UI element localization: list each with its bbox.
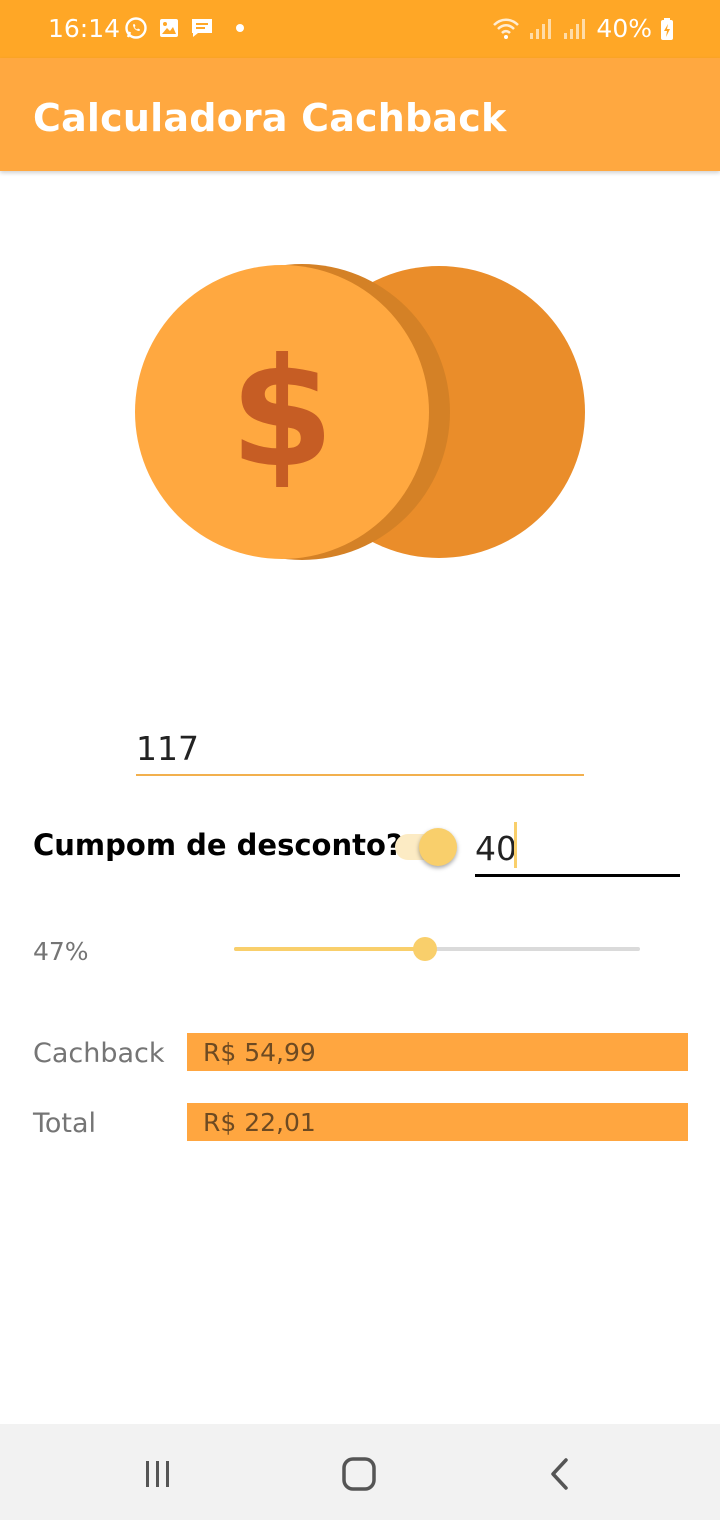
system-icons: 40% xyxy=(492,14,674,43)
status-bar: 16:14 40% xyxy=(0,0,720,58)
gallery-icon xyxy=(160,19,178,37)
toggle-thumb xyxy=(419,828,457,866)
recent-apps-icon xyxy=(146,1461,169,1487)
status-time: 16:14 xyxy=(48,14,121,43)
percent-slider[interactable] xyxy=(234,932,640,966)
coupon-value-input[interactable] xyxy=(475,822,680,877)
back-button[interactable] xyxy=(530,1454,590,1494)
coupon-toggle[interactable] xyxy=(395,826,461,868)
whatsapp-icon xyxy=(125,17,147,39)
percent-label: 47% xyxy=(33,937,89,966)
text-cursor xyxy=(514,822,517,868)
recent-apps-button[interactable] xyxy=(128,1454,188,1494)
notification-icons xyxy=(124,16,244,40)
dollar-icon: $ xyxy=(230,327,334,501)
navigation-bar xyxy=(0,1424,720,1520)
notification-dot xyxy=(236,24,244,32)
cashback-label: Cachback xyxy=(33,1038,165,1069)
cashback-value: R$ 54,99 xyxy=(187,1033,688,1071)
purchase-value-input[interactable] xyxy=(136,722,584,776)
total-label: Total xyxy=(33,1108,97,1139)
total-value: R$ 22,01 xyxy=(187,1103,688,1141)
battery-percent: 40% xyxy=(596,14,652,43)
app-bar: Calculadora Cachback xyxy=(0,58,720,171)
wifi-icon xyxy=(493,18,520,39)
coupon-label: Cumpom de desconto? xyxy=(33,828,403,862)
slider-thumb[interactable] xyxy=(412,937,437,961)
back-icon xyxy=(551,1458,568,1490)
home-button[interactable] xyxy=(329,1454,389,1494)
signal-icon xyxy=(564,18,586,39)
slider-fill xyxy=(234,947,425,951)
app-title: Calculadora Cachback xyxy=(33,96,507,140)
coins-illustration: $ xyxy=(135,264,585,560)
message-icon xyxy=(192,19,212,37)
home-icon xyxy=(342,1457,376,1491)
battery-charging-icon xyxy=(661,17,673,40)
signal-icon xyxy=(530,18,552,39)
